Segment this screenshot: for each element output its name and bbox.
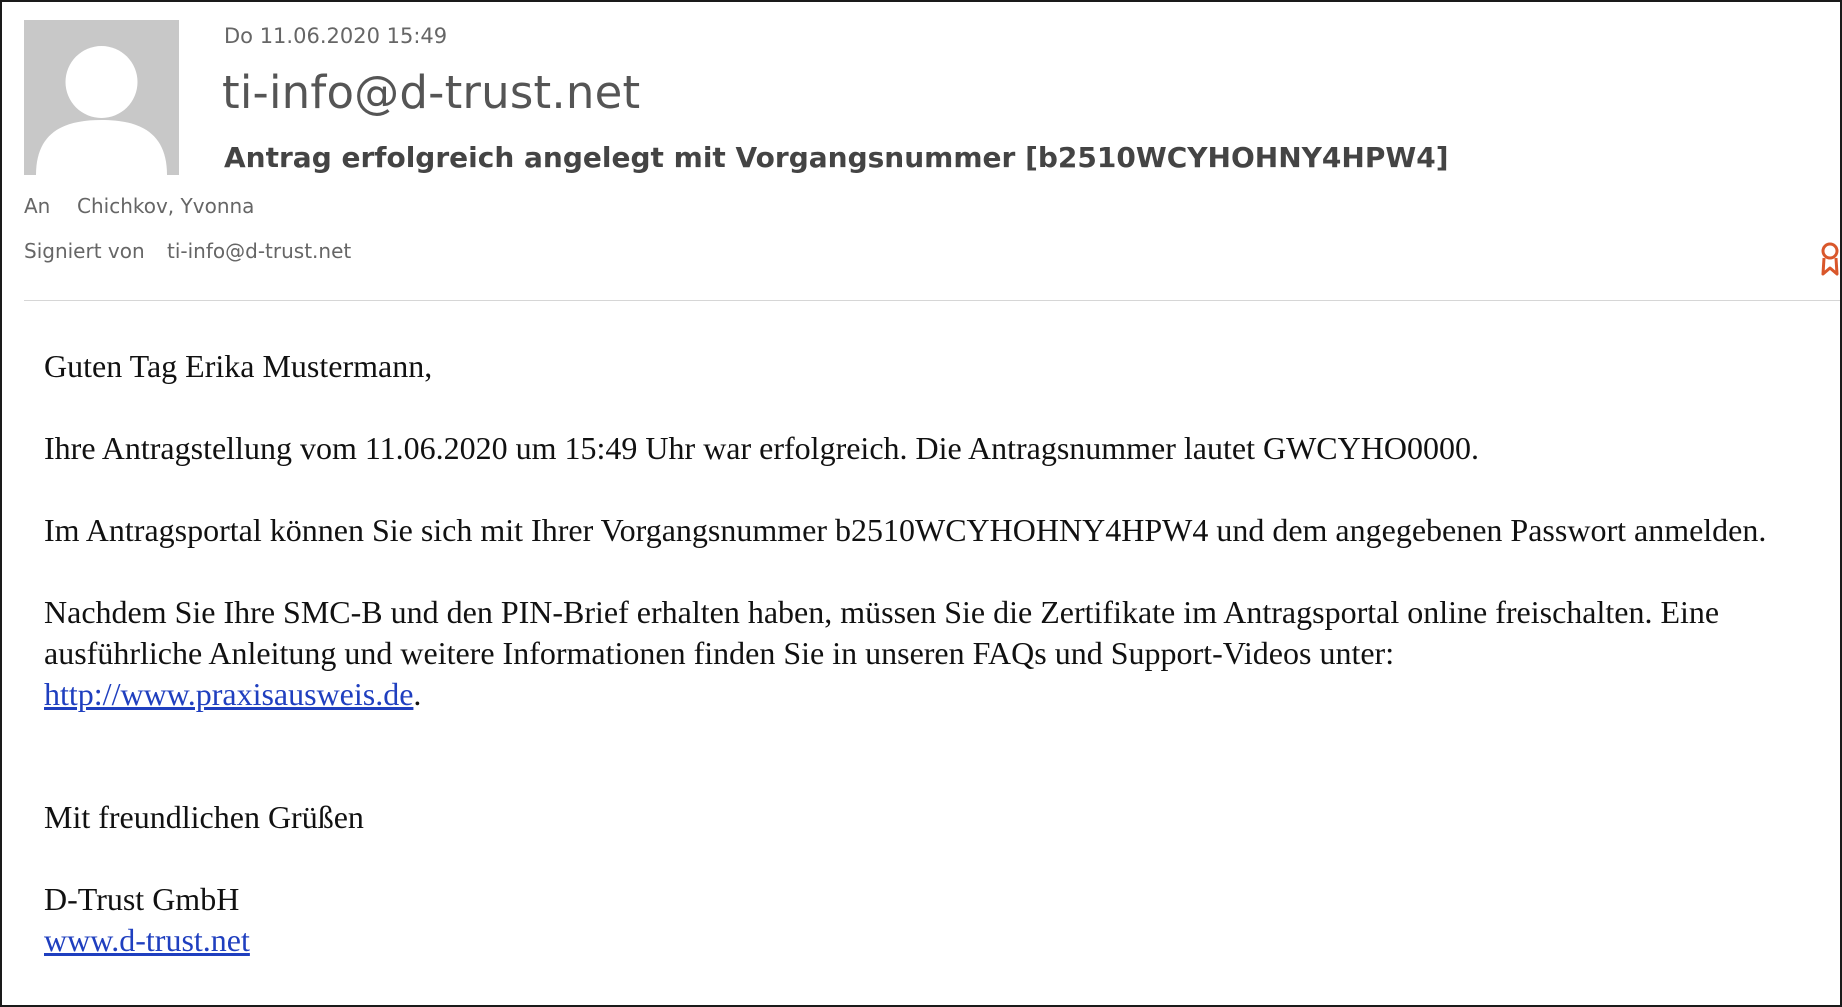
- signed-by-label: Signiert von: [24, 239, 145, 263]
- activation-text: Nachdem Sie Ihre SMC-B und den PIN-Brief…: [44, 594, 1720, 671]
- to-label: An: [24, 194, 51, 218]
- recipient-name[interactable]: Chichkov, Yvonna: [77, 194, 254, 218]
- header-divider: [24, 300, 1840, 301]
- email-reading-pane: Do 11.06.2020 15:49 ti-info@d-trust.net …: [0, 0, 1842, 1007]
- email-date: Do 11.06.2020 15:49: [224, 24, 448, 48]
- body-paragraph-application: Ihre Antragstellung vom 11.06.2020 um 15…: [44, 430, 1479, 466]
- certificate-ribbon-icon[interactable]: [1820, 242, 1840, 276]
- signer-address[interactable]: ti-info@d-trust.net: [167, 239, 351, 263]
- company-website-row: www.d-trust.net: [44, 920, 1804, 961]
- greeting: Guten Tag Erika Mustermann,: [44, 348, 433, 384]
- d-trust-website-link[interactable]: www.d-trust.net: [44, 922, 250, 958]
- email-body: Guten Tag Erika Mustermann, Ihre Antrags…: [44, 346, 1804, 961]
- body-paragraph-activation: Nachdem Sie Ihre SMC-B und den PIN-Brief…: [44, 592, 1804, 715]
- recipient-row: An Chichkov, Yvonna: [24, 194, 254, 218]
- email-subject: Antrag erfolgreich angelegt mit Vorgangs…: [224, 141, 1449, 174]
- sender-avatar: [24, 20, 179, 175]
- praxisausweis-link[interactable]: http://www.praxisausweis.de: [44, 676, 413, 712]
- link-suffix: .: [413, 676, 422, 712]
- signed-by-row: Signiert von ti-info@d-trust.net: [24, 239, 351, 263]
- person-placeholder-icon: [24, 20, 179, 175]
- company-name: D-Trust GmbH: [44, 881, 240, 917]
- sender-address[interactable]: ti-info@d-trust.net: [222, 66, 640, 119]
- body-paragraph-login: Im Antragsportal können Sie sich mit Ihr…: [44, 512, 1767, 548]
- closing-line: Mit freundlichen Grüßen: [44, 799, 364, 835]
